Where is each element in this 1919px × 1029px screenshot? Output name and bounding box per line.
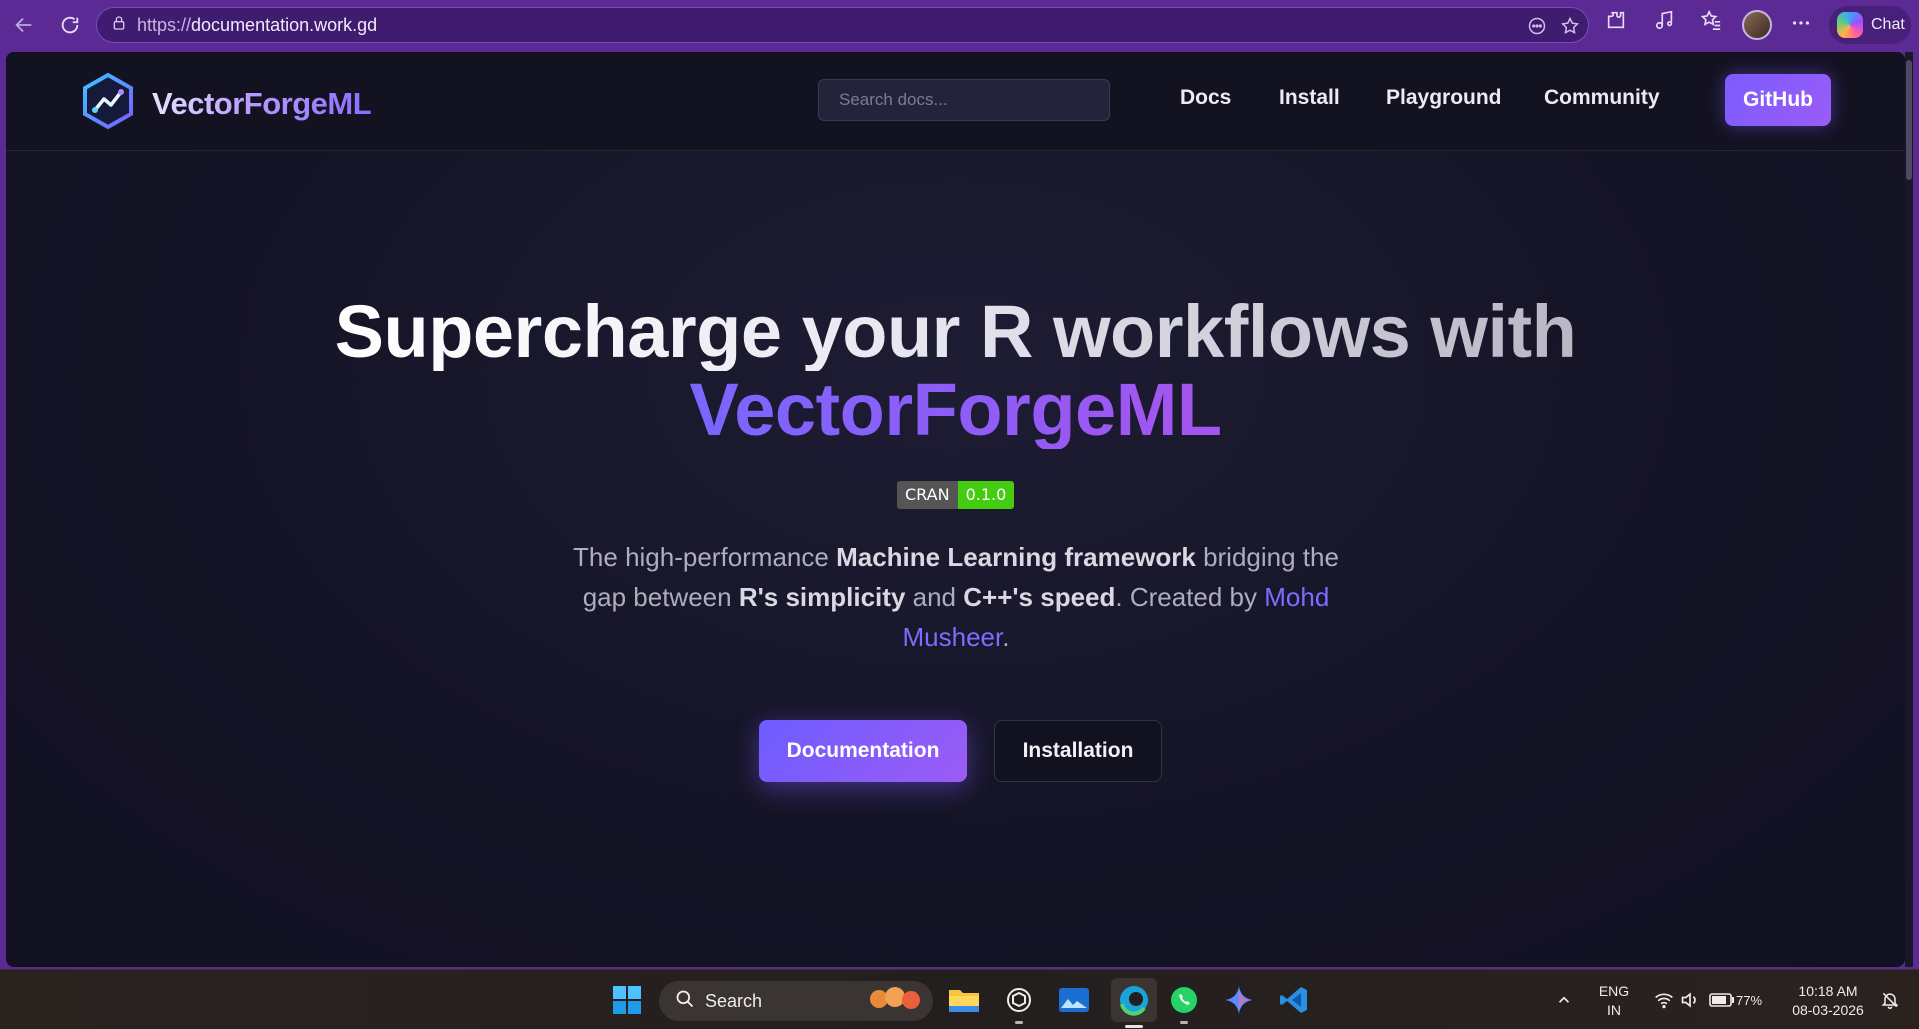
photos-app-icon[interactable] — [1056, 982, 1092, 1018]
active-indicator — [1125, 1025, 1143, 1028]
vscode-icon[interactable] — [1276, 982, 1312, 1018]
clock[interactable]: 10:18 AM 08-03-2026 — [1786, 982, 1870, 1020]
address-bar[interactable]: https://documentation.work.gd — [96, 7, 1589, 43]
file-explorer-icon[interactable] — [946, 982, 982, 1018]
chatgpt-icon[interactable] — [1001, 982, 1037, 1024]
whatsapp-icon[interactable] — [1166, 982, 1202, 1024]
github-button[interactable]: GitHub — [1725, 74, 1831, 126]
refresh-icon[interactable] — [52, 7, 88, 43]
battery-percentage: 77% — [1736, 993, 1763, 1008]
battery-icon[interactable] — [1704, 982, 1740, 1018]
running-indicator — [1015, 1021, 1023, 1024]
volume-icon[interactable] — [1672, 982, 1708, 1018]
page-viewport: VectorForgeML Docs Install Playground Co… — [6, 52, 1905, 967]
more-options-icon[interactable] — [1790, 12, 1812, 39]
gemini-icon[interactable] — [1221, 982, 1257, 1018]
documentation-button[interactable]: Documentation — [759, 720, 967, 782]
taskbar-search-label: Search — [705, 990, 763, 1011]
media-icon[interactable] — [1654, 9, 1676, 36]
nav-community[interactable]: Community — [1544, 86, 1660, 110]
site-info-icon[interactable] — [111, 15, 127, 36]
search-highlight-icon — [859, 983, 925, 1020]
back-icon[interactable] — [6, 7, 42, 43]
windows-start-icon[interactable] — [609, 982, 645, 1018]
chevron-up-icon[interactable] — [1546, 982, 1582, 1018]
favorites-icon[interactable] — [1700, 9, 1722, 36]
badge-label: CRAN — [897, 481, 958, 509]
site-header: VectorForgeML Docs Install Playground Co… — [6, 52, 1905, 151]
badge-version: 0.1.0 — [957, 481, 1015, 509]
running-indicator — [1180, 1021, 1188, 1024]
installation-button[interactable]: Installation — [994, 720, 1162, 782]
taskbar-search[interactable]: Search — [659, 981, 933, 1021]
language-indicator[interactable]: ENG IN — [1596, 982, 1632, 1020]
search-docs-input[interactable] — [818, 79, 1110, 121]
hero-title-highlight: VectorForgeML — [689, 368, 1222, 451]
hero-title: Supercharge your R workflows with Vector… — [6, 293, 1905, 449]
browser-toolbar: https://documentation.work.gd Chat — [0, 0, 1919, 50]
nav-install[interactable]: Install — [1279, 86, 1340, 110]
url-text: https://documentation.work.gd — [137, 14, 378, 35]
nav-docs[interactable]: Docs — [1180, 86, 1231, 110]
brand-name: VectorForgeML — [152, 85, 372, 121]
brand[interactable]: VectorForgeML — [80, 72, 372, 135]
copilot-icon — [1837, 12, 1863, 38]
hero-description: The high-performance Machine Learning fr… — [573, 542, 1339, 652]
hero-title-line1: Supercharge your R workflows with — [334, 290, 1577, 373]
chat-label: Chat — [1871, 16, 1905, 33]
edge-browser-icon[interactable] — [1111, 978, 1157, 1028]
cran-version-badge[interactable]: CRAN 0.1.0 — [897, 481, 1015, 509]
profile-avatar[interactable] — [1742, 10, 1772, 40]
taskbar: Search ENG IN 77% 10:18 AM 08-03-2026 — [0, 969, 1919, 1029]
scrollbar-thumb[interactable] — [1906, 60, 1912, 180]
vectorforge-logo-icon — [80, 72, 136, 135]
nav-playground[interactable]: Playground — [1386, 86, 1502, 110]
copilot-chat-button[interactable]: Chat — [1829, 6, 1911, 44]
favorite-star-icon[interactable] — [1560, 16, 1580, 41]
page-scrollbar[interactable] — [1905, 52, 1913, 967]
extensions-icon[interactable] — [1605, 9, 1627, 36]
reading-mode-icon[interactable] — [1527, 16, 1547, 41]
notifications-icon[interactable] — [1872, 982, 1908, 1018]
search-icon — [675, 989, 695, 1014]
